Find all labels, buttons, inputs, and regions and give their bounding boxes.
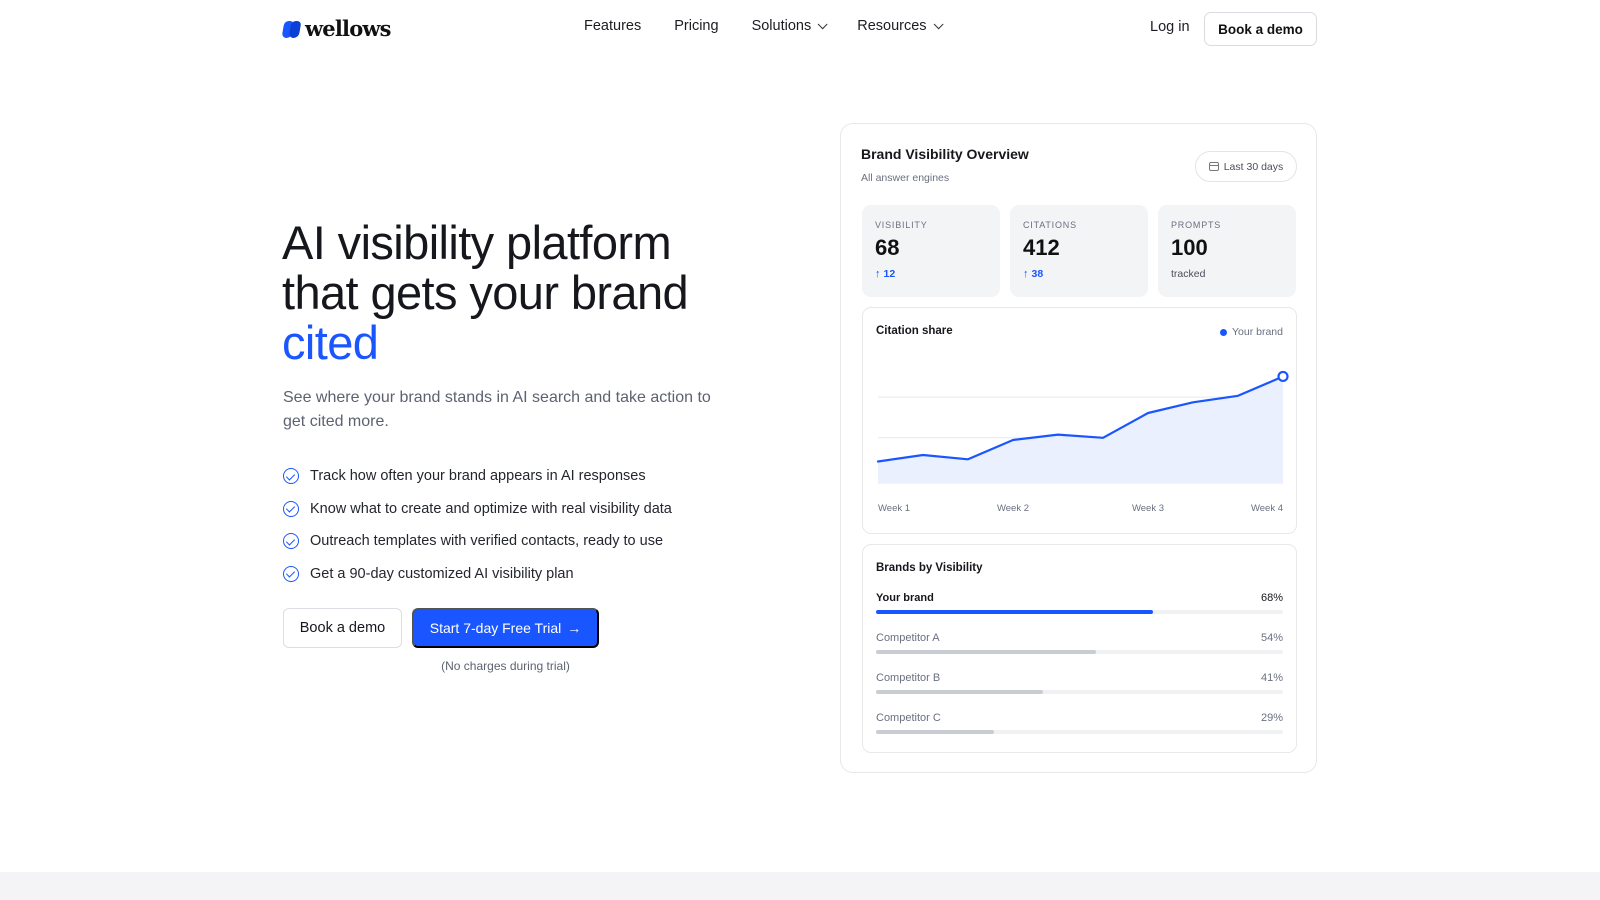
brand-row-competitor-b: Competitor B 41% bbox=[876, 672, 1283, 708]
chevron-down-icon bbox=[933, 18, 944, 29]
nav-link-features[interactable]: Features bbox=[584, 18, 641, 34]
chart-endpoint-marker bbox=[1277, 370, 1289, 383]
nav-link-label: Solutions bbox=[751, 18, 812, 34]
feature-item: Get a 90-day customized AI visibility pl… bbox=[283, 558, 672, 591]
stat-delta: ↑ 12 bbox=[875, 268, 895, 280]
nav-link-label: Features bbox=[584, 18, 642, 34]
start-trial-button[interactable]: Start 7-day Free Trial → bbox=[412, 608, 599, 648]
chart-x-tick-label: Week 1 bbox=[878, 503, 910, 514]
stat-prompts: PROMPTS 100 tracked bbox=[1158, 205, 1296, 297]
hero-title-accent: cited bbox=[282, 316, 379, 369]
chevron-down-icon bbox=[817, 18, 828, 29]
check-circle-icon bbox=[283, 468, 299, 485]
nav-link-solutions[interactable]: Solutions bbox=[751, 18, 828, 34]
card-subtitle: All answer engines bbox=[861, 172, 950, 184]
stat-note: tracked bbox=[1171, 268, 1206, 280]
brand-bar-track bbox=[876, 650, 1283, 654]
logo-text: wellows bbox=[305, 16, 392, 41]
feature-text: Track how often your brand appears in AI… bbox=[310, 468, 646, 485]
brand-visibility-card: Brand Visibility Overview All answer eng… bbox=[840, 123, 1317, 773]
feature-item: Outreach templates with verified contact… bbox=[283, 525, 672, 558]
wellows-logo[interactable]: wellows bbox=[281, 16, 392, 41]
brands-title: Brands by Visibility bbox=[876, 562, 983, 574]
feature-list: Track how often your brand appears in AI… bbox=[283, 460, 672, 590]
check-circle-icon bbox=[283, 533, 299, 550]
period-label: Last 30 days bbox=[1223, 160, 1284, 173]
feature-text: Outreach templates with verified contact… bbox=[310, 533, 664, 550]
start-trial-label: Start 7-day Free Trial bbox=[429, 620, 562, 636]
brand-bar-fill bbox=[876, 690, 1043, 694]
citation-share-chart: Citation share Your brand Week 1 Week 2 We… bbox=[862, 307, 1297, 534]
citation-share-plot: Week 1 Week 2 Week 3 Week 4 bbox=[876, 370, 1289, 514]
chart-x-tick-label: Week 4 bbox=[1251, 503, 1283, 514]
brand-bar-fill bbox=[876, 730, 995, 734]
nav-link-resources[interactable]: Resources bbox=[857, 18, 944, 34]
top-navigation: wellows Features Pricing Solutions Resou… bbox=[0, 0, 1600, 56]
feature-text: Know what to create and optimize with re… bbox=[310, 500, 672, 517]
chart-area bbox=[878, 376, 1283, 483]
brand-name: Competitor B bbox=[876, 672, 941, 684]
stat-delta-value: 38 bbox=[1031, 268, 1044, 280]
hero-book-demo-button[interactable]: Book a demo bbox=[283, 608, 402, 648]
brand-percent: 29% bbox=[1260, 712, 1283, 724]
stat-label: PROMPTS bbox=[1171, 220, 1222, 230]
stat-delta-value: 12 bbox=[883, 268, 896, 280]
nav-links: Features Pricing Solutions Resources bbox=[584, 18, 944, 34]
stat-citations: CITATIONS 412 ↑ 38 bbox=[1010, 205, 1148, 297]
calendar-icon bbox=[1208, 162, 1219, 171]
brand-name: Competitor A bbox=[876, 632, 940, 644]
stat-delta: ↑ 38 bbox=[1023, 268, 1043, 280]
feature-item: Track how often your brand appears in AI… bbox=[283, 460, 672, 493]
nav-link-label: Resources bbox=[857, 18, 927, 34]
stat-value: 68 bbox=[875, 235, 900, 260]
hero-title-line-1: AI visibility platform bbox=[282, 216, 672, 269]
hero-title-line-2: that gets your brand bbox=[282, 266, 689, 319]
brand-bar-track bbox=[876, 690, 1283, 694]
brand-percent: 41% bbox=[1260, 672, 1283, 684]
check-circle-icon bbox=[283, 500, 299, 517]
brand-name: Competitor C bbox=[876, 712, 941, 724]
wellows-logo-icon bbox=[281, 19, 302, 39]
brand-row-competitor-c: Competitor C 29% bbox=[876, 712, 1283, 748]
brand-row-your-brand: Your brand 68% bbox=[876, 592, 1283, 628]
stat-visibility: VISIBILITY 68 ↑ 12 bbox=[862, 205, 1000, 297]
brand-percent: 68% bbox=[1260, 592, 1283, 604]
brand-bar-fill bbox=[876, 610, 1153, 614]
check-circle-icon bbox=[283, 565, 299, 582]
brand-row-competitor-a: Competitor A 54% bbox=[876, 632, 1283, 668]
chart-x-tick-label: Week 3 bbox=[1132, 503, 1164, 514]
stat-value: 412 bbox=[1023, 235, 1060, 260]
nav-link-pricing[interactable]: Pricing bbox=[674, 18, 718, 34]
stat-label: VISIBILITY bbox=[875, 220, 928, 230]
brand-percent: 54% bbox=[1260, 632, 1283, 644]
arrow-up-icon: ↑ bbox=[1023, 268, 1029, 280]
feature-item: Know what to create and optimize with re… bbox=[283, 493, 672, 526]
card-title: Brand Visibility Overview bbox=[861, 146, 1029, 162]
login-link[interactable]: Log in bbox=[1150, 19, 1190, 35]
chart-x-tick-label: Week 2 bbox=[997, 503, 1029, 514]
period-selector[interactable]: Last 30 days bbox=[1195, 151, 1297, 182]
nav-link-label: Pricing bbox=[674, 18, 719, 34]
brands-by-visibility: Brands by Visibility Your brand 68% Comp… bbox=[862, 544, 1297, 753]
no-charges-note: (No charges during trial) bbox=[441, 659, 570, 673]
next-section-band bbox=[0, 872, 1600, 900]
brand-bar-track bbox=[876, 610, 1283, 614]
feature-text: Get a 90-day customized AI visibility pl… bbox=[310, 565, 574, 582]
hero-subtitle: See where your brand stands in AI search… bbox=[283, 389, 711, 430]
hero-title: AI visibility platform that gets your br… bbox=[282, 218, 782, 368]
arrow-up-icon: ↑ bbox=[875, 268, 881, 280]
arrow-right-icon: → bbox=[567, 620, 582, 636]
brand-bar-fill bbox=[876, 650, 1096, 654]
brand-bar-track bbox=[876, 730, 1283, 734]
stat-value: 100 bbox=[1171, 235, 1208, 260]
brand-name: Your brand bbox=[876, 592, 934, 604]
stat-label: CITATIONS bbox=[1023, 220, 1077, 230]
nav-book-demo-button[interactable]: Book a demo bbox=[1204, 12, 1317, 46]
